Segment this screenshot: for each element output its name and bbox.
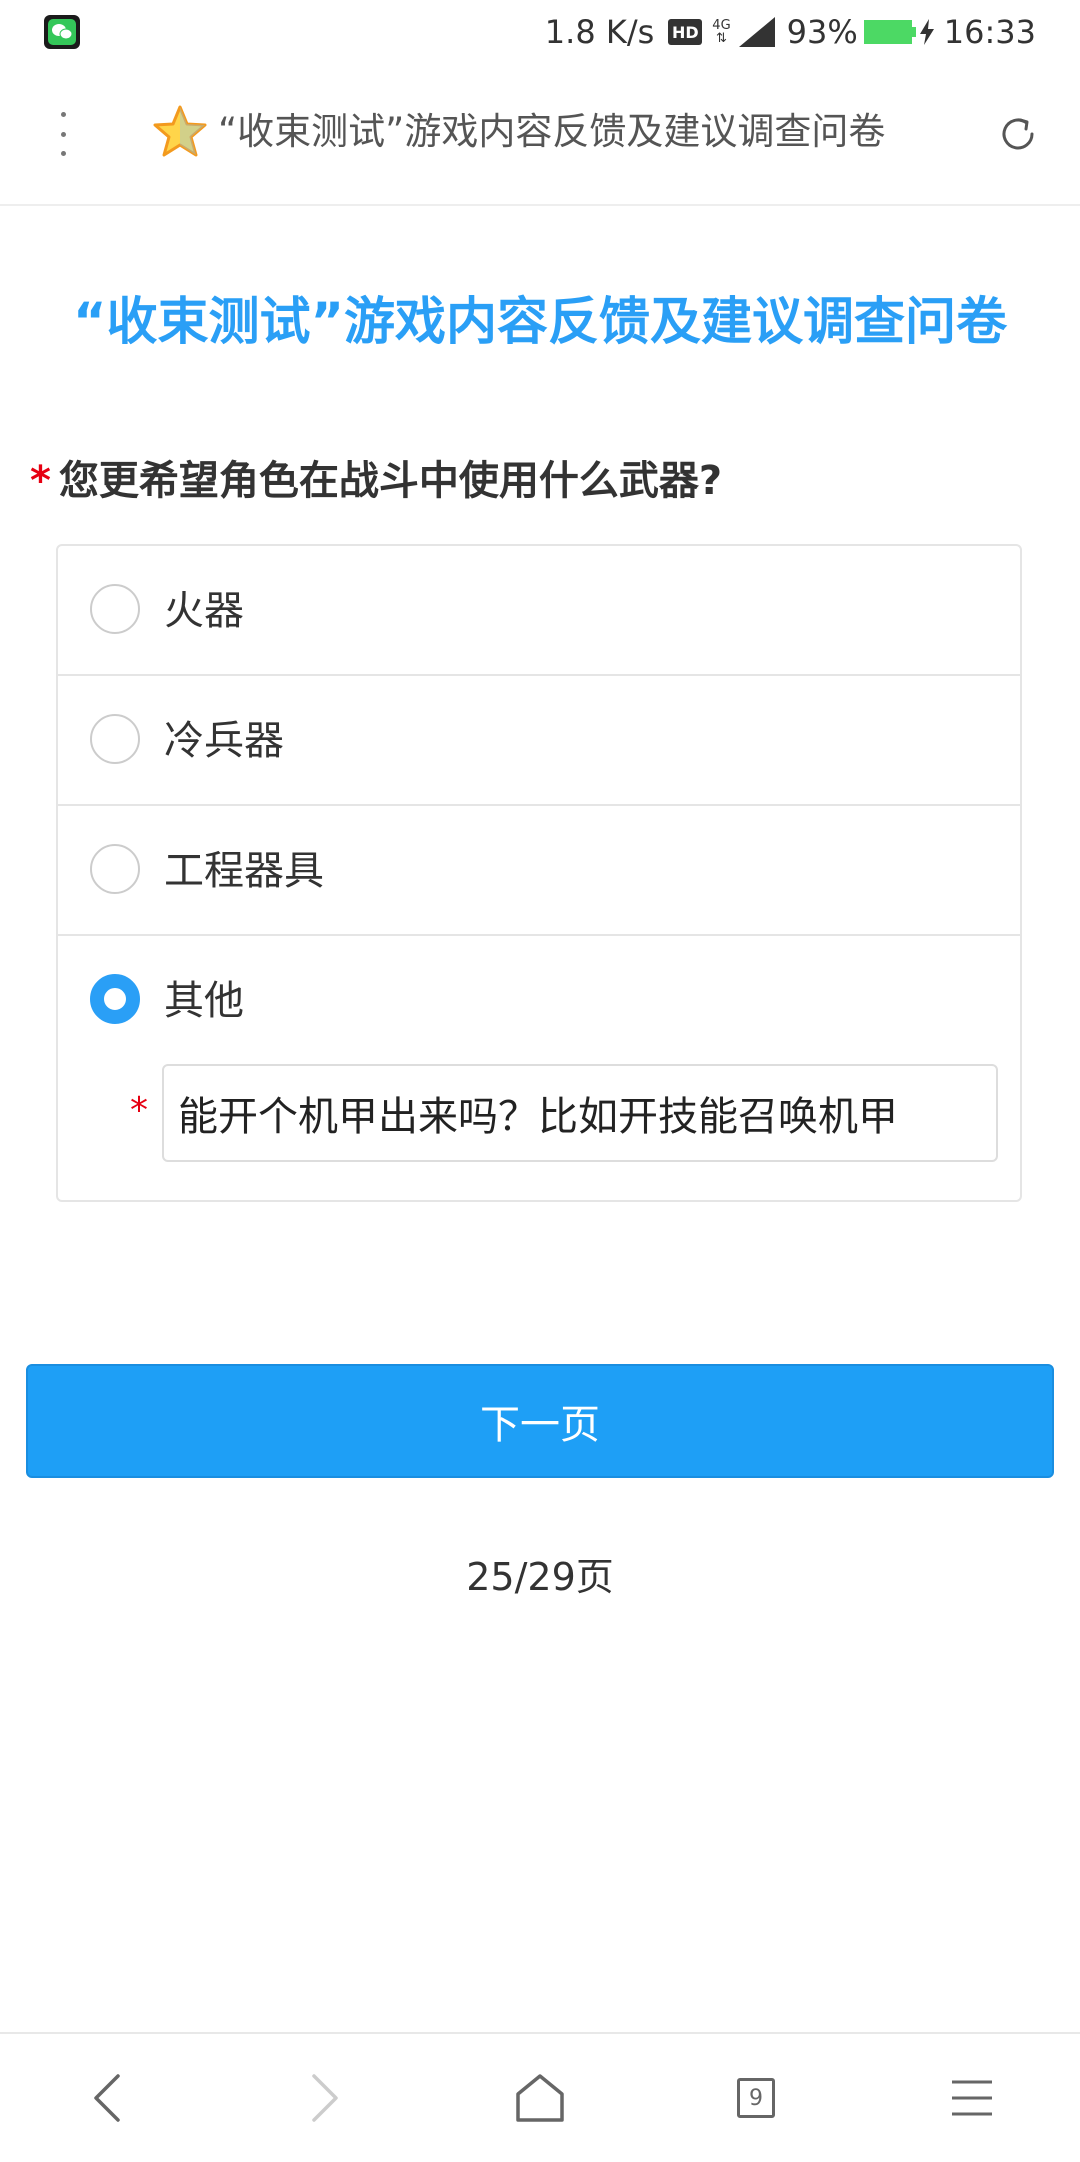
refresh-icon[interactable] [996, 112, 1040, 156]
hd-voice-badge: HD [668, 19, 703, 45]
tabs-icon: 9 [737, 2078, 775, 2118]
menu-button[interactable] [932, 2058, 1012, 2138]
other-answer-input[interactable] [162, 1064, 998, 1162]
page-title: “收束测试”游戏内容反馈及建议调查问卷 [218, 110, 886, 153]
option-firearms[interactable]: 火器 [58, 546, 1020, 676]
option-label: 火器 [164, 588, 244, 634]
option-label: 工程器具 [164, 848, 324, 894]
required-mark: * [30, 458, 51, 504]
question-heading: * 您更希望角色在战斗中使用什么武器? [30, 448, 1050, 506]
radio-button-selected[interactable] [90, 974, 140, 1024]
forward-button[interactable] [284, 2058, 364, 2138]
battery-icon [863, 20, 916, 44]
radio-button[interactable] [90, 714, 140, 764]
tab-count: 9 [749, 2085, 763, 2111]
option-label: 其他 [164, 978, 244, 1024]
wechat-notification-icon [44, 15, 80, 49]
other-required-mark: * [130, 1090, 148, 1131]
survey-title: “收束测试”游戏内容反馈及建议调查问卷 [72, 293, 1008, 352]
signal-icon [738, 17, 775, 47]
forward-icon [312, 2074, 338, 2122]
more-vertical-icon[interactable] [48, 112, 78, 156]
option-other[interactable]: 其他 [58, 936, 1020, 1066]
browser-top-bar: “收束测试”游戏内容反馈及建议调查问卷 [0, 64, 1080, 206]
charging-bolt-icon [919, 19, 934, 45]
clock: 16:33 [943, 13, 1036, 51]
next-page-button[interactable]: 下一页 [26, 1364, 1054, 1478]
tabs-button[interactable]: 9 [716, 2058, 796, 2138]
battery-percent: 93% [786, 13, 858, 51]
network-type-badge: 4G ⇅ [712, 18, 731, 46]
option-label: 冷兵器 [164, 718, 284, 764]
question-text: 您更希望角色在战斗中使用什么武器? [58, 458, 723, 504]
star-icon[interactable] [152, 104, 208, 160]
back-icon [94, 2074, 120, 2122]
option-melee[interactable]: 冷兵器 [58, 676, 1020, 806]
status-bar: 1.8 K/s HD 4G ⇅ 93% 16:33 [0, 0, 1080, 64]
radio-button[interactable] [90, 844, 140, 894]
browser-bottom-nav: 9 [0, 2032, 1080, 2162]
network-speed: 1.8 K/s [544, 13, 655, 51]
home-button[interactable] [500, 2058, 580, 2138]
option-engineering-tools[interactable]: 工程器具 [58, 806, 1020, 936]
home-icon [516, 2074, 564, 2122]
radio-button[interactable] [90, 584, 140, 634]
status-indicators: 1.8 K/s HD 4G ⇅ 93% 16:33 [545, 10, 1036, 54]
back-button[interactable] [68, 2058, 148, 2138]
menu-icon [952, 2080, 992, 2116]
page-indicator: 25/29页 [466, 1555, 614, 1599]
